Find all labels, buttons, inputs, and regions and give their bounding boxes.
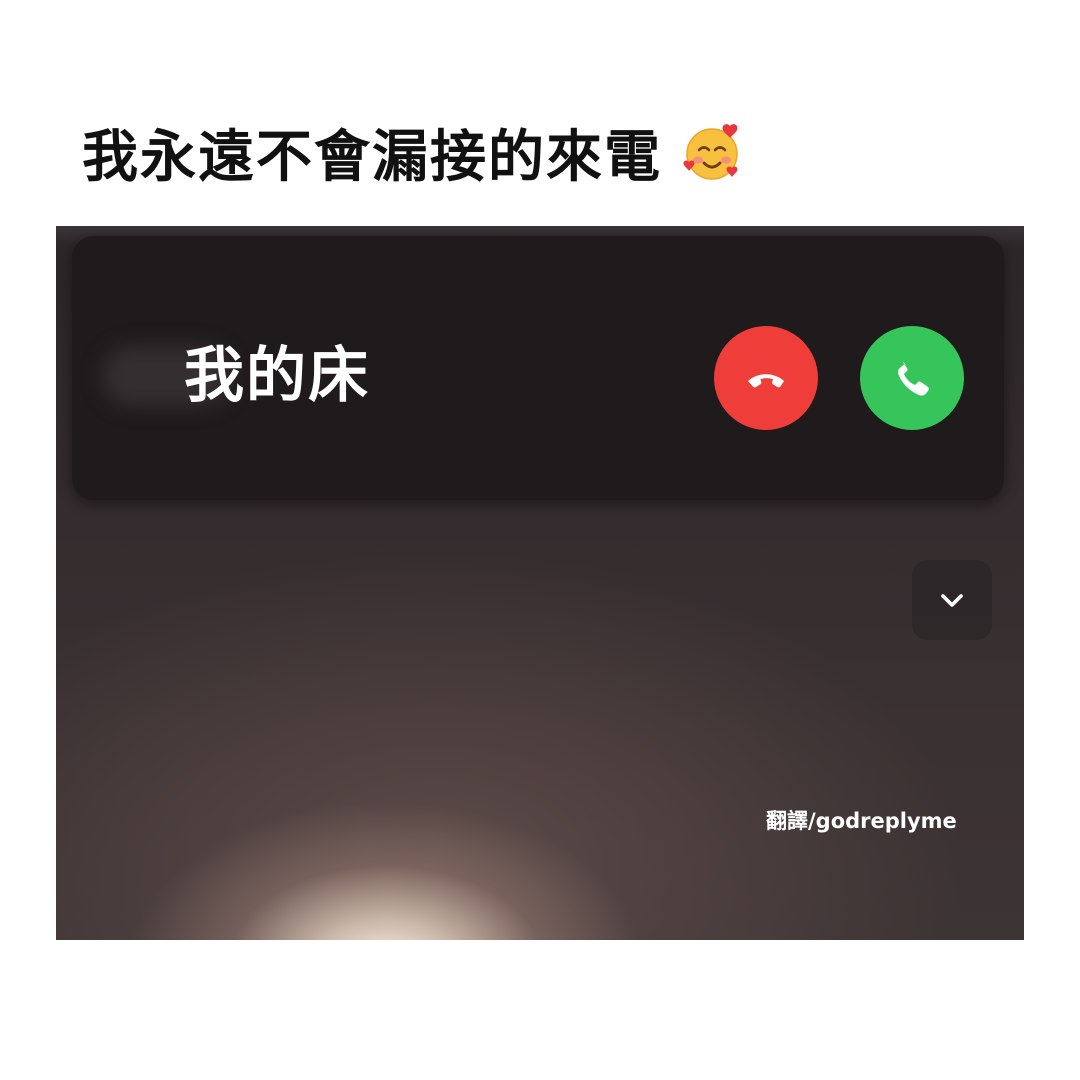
collapse-button[interactable] xyxy=(912,560,992,640)
chevron-down-icon xyxy=(941,594,963,607)
phone-hang-up-icon xyxy=(748,374,784,388)
phone-icon xyxy=(898,361,929,396)
decline-call-button[interactable] xyxy=(714,326,818,430)
page-headline: 我永遠不會漏接的來電 xyxy=(82,112,744,192)
accept-call-button[interactable] xyxy=(860,326,964,430)
smiling-face-with-hearts-icon xyxy=(680,120,744,184)
call-screen-photo: 我的床 翻譯/godreplyme xyxy=(56,226,1024,940)
incoming-call-banner[interactable]: 我的床 xyxy=(72,236,1004,500)
translation-credit: 翻譯/godreplyme xyxy=(766,809,957,833)
caller-name: 我的床 xyxy=(184,341,370,411)
headline-text: 我永遠不會漏接的來電 xyxy=(82,124,662,190)
